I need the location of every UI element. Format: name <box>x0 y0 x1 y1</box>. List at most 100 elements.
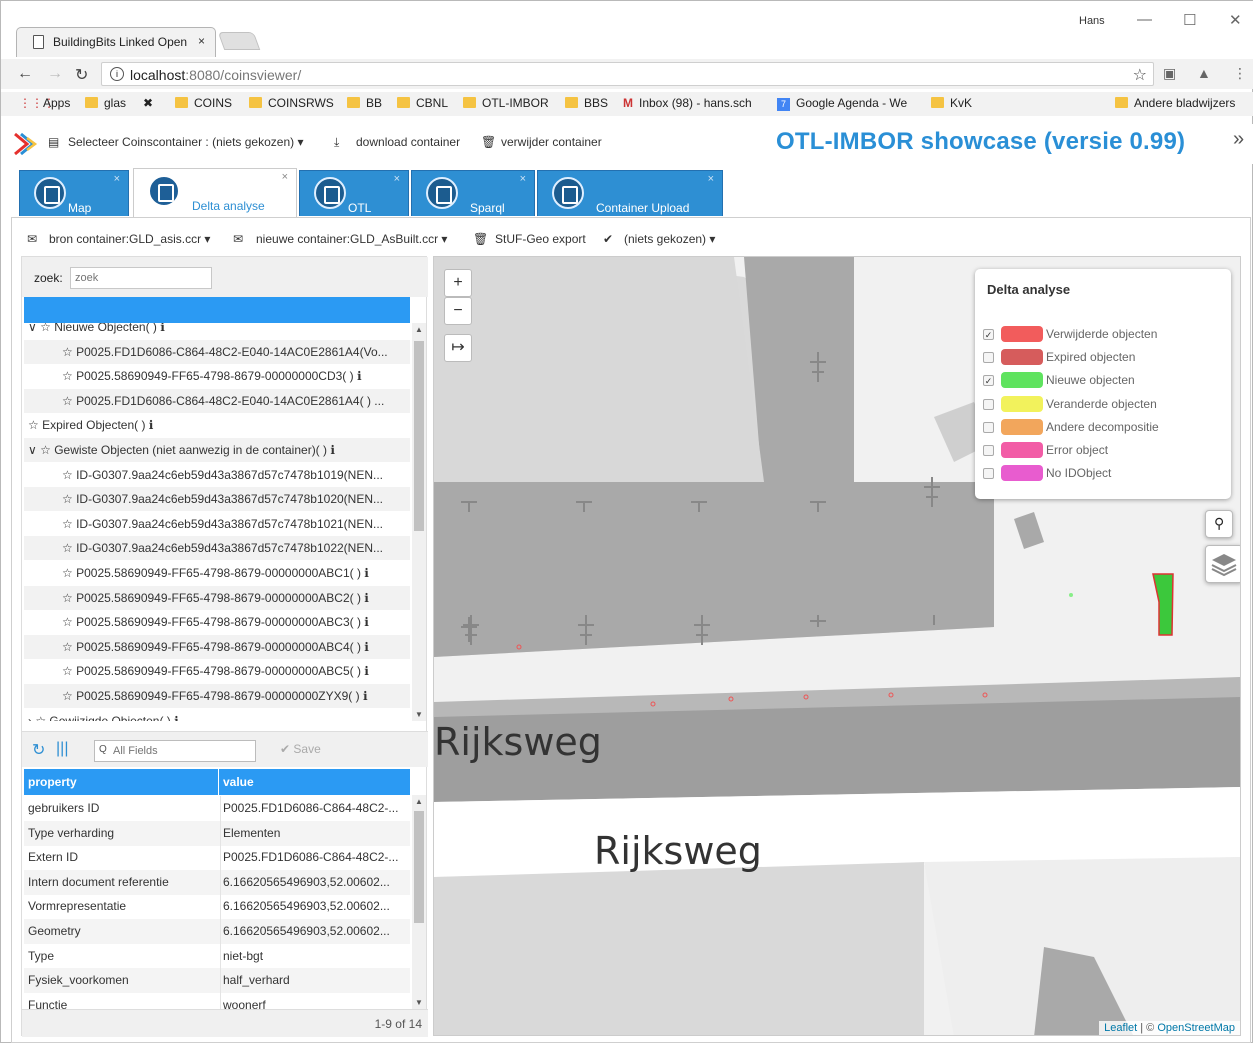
tab-otl[interactable]: OTL × <box>299 170 409 216</box>
reload-icon[interactable]: ↻ <box>75 65 88 85</box>
select-container-dropdown[interactable]: Selecteer Coinscontainer : (niets gekoze… <box>68 135 303 149</box>
table-row[interactable]: Extern ID P0025.FD1D6086-C864-48C2-... <box>24 845 410 871</box>
scroll-up-icon[interactable]: ▲ <box>415 325 423 334</box>
header-value[interactable]: value <box>219 769 410 795</box>
map-view[interactable]: Rijksweg Rijksweg + − ↦ Delta analyse ✓ V… <box>433 256 1241 1036</box>
tree-item[interactable]: › ☆ Gewijzigde Objecten( ) ℹ <box>24 709 410 721</box>
bookmark-cbnl[interactable]: CBNL <box>397 96 448 110</box>
scroll-up-icon[interactable]: ▲ <box>415 797 423 806</box>
chosen-dropdown[interactable]: (niets gekozen) ▾ <box>624 232 715 246</box>
legend-item[interactable]: ✓ Nieuwe objecten <box>983 371 1223 391</box>
tree-item[interactable]: ☆ Expired Objecten( ) ℹ <box>24 413 410 437</box>
columns-icon[interactable]: ||| <box>56 740 68 758</box>
close-window-icon[interactable]: ✕ <box>1229 11 1242 29</box>
tree-item[interactable]: ∨ ☆ Nieuwe Objecten( ) ℹ <box>24 323 410 339</box>
more-button[interactable]: » <box>1233 128 1244 151</box>
bookmark-inbox[interactable]: M Inbox (98) - hans.sch <box>623 96 763 110</box>
leaflet-link[interactable]: Leaflet <box>1104 1022 1137 1034</box>
layers-button[interactable] <box>1205 545 1240 583</box>
tree-item[interactable]: ☆ ID-G0307.9aa24c6eb59d43a3867d57c7478b1… <box>24 536 410 561</box>
address-bar[interactable]: i localhost:8080/coinsviewer/ ☆ <box>101 62 1154 86</box>
tree-item[interactable]: ☆ ID-G0307.9aa24c6eb59d43a3867d57c7478b1… <box>24 512 410 536</box>
table-row[interactable]: Type verharding Elementen <box>24 820 410 846</box>
table-row[interactable]: gebruikers ID P0025.FD1D6086-C864-48C2-..… <box>24 796 410 821</box>
delete-container-button[interactable]: verwijder container <box>501 135 602 149</box>
tab-sparql[interactable]: Sparql × <box>411 170 535 216</box>
source-container-dropdown[interactable]: bron container:GLD_asis.ccr ▾ <box>49 232 210 246</box>
bookmark-star-icon[interactable]: ☆ <box>1133 65 1147 85</box>
stuf-geo-export-button[interactable]: StUF-Geo export <box>495 232 586 246</box>
zoom-in-button[interactable]: + <box>444 269 472 297</box>
minimize-icon[interactable]: — <box>1137 11 1152 28</box>
table-row[interactable]: Intern document referentie 6.166205654969… <box>24 869 410 895</box>
menu-icon[interactable]: ⋮ <box>1233 65 1247 82</box>
legend-item[interactable]: Andere decompositie <box>983 418 1223 438</box>
tab-container-upload[interactable]: Container Upload × <box>537 170 723 216</box>
legend-checkbox[interactable]: ✓ <box>983 375 994 387</box>
legend-checkbox[interactable] <box>983 352 994 364</box>
tree-item[interactable]: ☆ P0025.58690949-FF65-4798-8679-00000000… <box>24 610 410 634</box>
close-icon[interactable]: × <box>394 173 400 185</box>
tree-item[interactable]: ☆ P0025.58690949-FF65-4798-8679-00000000… <box>24 561 410 585</box>
fields-search-input[interactable] <box>94 740 256 762</box>
scroll-thumb[interactable] <box>414 811 424 923</box>
legend-checkbox[interactable] <box>983 468 994 480</box>
osm-link[interactable]: OpenStreetMap <box>1157 1022 1235 1034</box>
bookmark-coins[interactable]: COINS <box>175 96 232 110</box>
scroll-down-icon[interactable]: ▼ <box>415 998 423 1007</box>
tree-item[interactable]: ☆ ID-G0307.9aa24c6eb59d43a3867d57c7478b1… <box>24 487 410 512</box>
bookmark-bb[interactable]: BB <box>347 96 382 110</box>
profile-name[interactable]: Hans <box>1079 15 1105 27</box>
extension-icon[interactable]: ▣ <box>1163 65 1176 82</box>
close-icon[interactable]: × <box>282 171 288 183</box>
scroll-down-icon[interactable]: ▼ <box>415 710 423 719</box>
bookmark-glas[interactable]: glas <box>85 96 126 110</box>
close-icon[interactable]: × <box>114 173 120 185</box>
legend-checkbox[interactable] <box>983 421 994 433</box>
tab-close-icon[interactable]: × <box>198 34 205 48</box>
tree-item[interactable]: ☆ P0025.58690949-FF65-4798-8679-00000000… <box>24 634 410 659</box>
tree-item[interactable]: ☆ P0025.FD1D6086-C864-48C2-E040-14AC0E28… <box>24 388 410 413</box>
header-property[interactable]: property <box>24 769 218 795</box>
tree-item[interactable]: ☆ ID-G0307.9aa24c6eb59d43a3867d57c7478b1… <box>24 463 410 487</box>
new-tab-button[interactable] <box>217 32 261 50</box>
drive-icon[interactable]: ▲ <box>1197 65 1211 81</box>
save-button[interactable]: ✔ Save <box>280 742 321 756</box>
legend-item[interactable]: Expired objecten <box>983 348 1223 368</box>
maximize-icon[interactable]: ☐ <box>1183 11 1196 29</box>
info-icon[interactable]: i <box>110 67 124 81</box>
table-row[interactable]: Type niet-bgt <box>24 943 410 969</box>
tree-item[interactable]: ☆ P0025.58690949-FF65-4798-8679-00000000… <box>24 364 410 388</box>
other-bookmarks[interactable]: Andere bladwijzers <box>1115 96 1235 110</box>
back-icon[interactable]: ← <box>17 65 33 83</box>
scroll-thumb[interactable] <box>414 341 424 531</box>
tree-item[interactable]: ☆ P0025.58690949-FF65-4798-8679-00000000… <box>24 585 410 610</box>
tree-item[interactable]: ☆ P0025.FD1D6086-C864-48C2-E040-14AC0E28… <box>24 339 410 364</box>
property-scrollbar[interactable]: ▲ ▼ <box>412 795 426 1009</box>
new-container-dropdown[interactable]: nieuwe container:GLD_AsBuilt.ccr ▾ <box>256 232 447 246</box>
bookmark-apps[interactable]: Apps <box>43 96 70 110</box>
tab-delta-analyse[interactable]: Delta analyse × <box>133 168 297 218</box>
bookmark-kvk[interactable]: KvK <box>931 96 972 110</box>
table-row[interactable]: Geometry 6.16620565496903,52.00602... <box>24 919 410 944</box>
tree-item[interactable]: ☆ P0025.58690949-FF65-4798-8679-00000000… <box>24 659 410 683</box>
tree-item[interactable]: ∨ ☆ Gewiste Objecten (niet aanwezig in d… <box>24 438 410 462</box>
search-input[interactable] <box>70 267 212 289</box>
legend-item[interactable]: Error object <box>983 441 1223 461</box>
map-search-button[interactable]: ⚲ <box>1205 510 1233 538</box>
bookmark-google-agenda[interactable]: 7 Google Agenda - We <box>777 96 917 111</box>
legend-item[interactable]: No IDObject <box>983 464 1223 484</box>
download-container-button[interactable]: download container <box>356 135 460 149</box>
table-row[interactable]: Vormrepresentatie 6.16620565496903,52.006… <box>24 894 410 920</box>
forward-icon[interactable]: → <box>47 65 63 83</box>
browser-tab[interactable]: BuildingBits Linked Open × <box>16 27 216 57</box>
close-icon[interactable]: × <box>708 173 714 185</box>
bookmark-coinsrws[interactable]: COINSRWS <box>249 96 334 110</box>
tree-item[interactable]: ☆ P0025.58690949-FF65-4798-8679-00000000… <box>24 684 410 708</box>
legend-checkbox[interactable] <box>983 445 994 456</box>
tree-scrollbar[interactable]: ▲ ▼ <box>412 323 426 721</box>
close-icon[interactable]: × <box>520 173 526 185</box>
bookmark-otl-imbor[interactable]: OTL-IMBOR <box>463 96 549 110</box>
tab-map[interactable]: Map × <box>19 170 129 216</box>
legend-item[interactable]: ✓ Verwijderde objecten <box>983 325 1223 345</box>
